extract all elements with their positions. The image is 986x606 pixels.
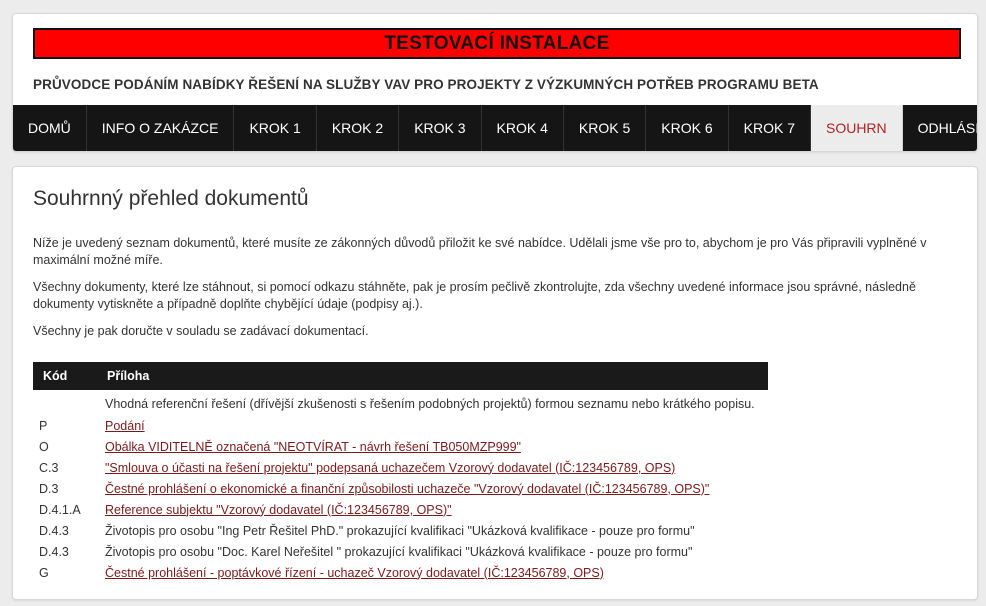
document-cell: Obálka VIDITELNĚ označená "NEOTVÍRAT - n… [99, 436, 768, 457]
document-link-submission[interactable]: Podání [105, 419, 145, 433]
document-code: P [39, 418, 48, 433]
table-row: G Čestné prohlášení - poptávkové řízení … [33, 562, 768, 583]
nav-step-2[interactable]: KROK 2 [317, 105, 400, 151]
document-code: G [39, 565, 49, 580]
document-cell: Reference subjektu "Vzorový dodavatel (I… [99, 499, 768, 520]
table-header-row: Kód Příloha [33, 362, 768, 390]
nav-step-1[interactable]: KROK 1 [234, 105, 317, 151]
nav-step-6[interactable]: KROK 6 [646, 105, 729, 151]
main-navigation: DOMŮ INFO O ZAKÁZCE KROK 1 KROK 2 KROK 3… [13, 105, 977, 151]
document-code: D.4.3 [39, 544, 69, 559]
document-description: Životopis pro osobu "Doc. Karel Neřešite… [105, 544, 693, 559]
table-row: D.4.3 Životopis pro osobu "Ing Petr Řeši… [33, 520, 768, 541]
document-link-envelope[interactable]: Obálka VIDITELNĚ označená "NEOTVÍRAT - n… [105, 440, 521, 454]
test-installation-banner: TESTOVACÍ INSTALACE [33, 28, 961, 59]
table-row: D.4.3 Životopis pro osobu "Doc. Karel Ne… [33, 541, 768, 562]
table-row: D.4.1.A Reference subjektu "Vzorový doda… [33, 499, 768, 520]
nav-step-4[interactable]: KROK 4 [482, 105, 564, 151]
document-description: Životopis pro osobu "Ing Petr Řešitel Ph… [105, 523, 695, 538]
document-link-contract[interactable]: "Smlouva o účasti na řešení projektu" po… [105, 461, 675, 475]
content-panel: Souhrnný přehled dokumentů Níže je uvede… [12, 166, 978, 600]
delivery-paragraph: Všechny je pak doručte v souladu se zadá… [33, 324, 369, 338]
table-row: P Podání [33, 415, 768, 436]
nav-logout[interactable]: ODHLÁSIT [903, 105, 977, 151]
column-header-code: Kód [33, 362, 99, 390]
table-row: O Obálka VIDITELNĚ označená "NEOTVÍRAT -… [33, 436, 768, 457]
nav-home[interactable]: DOMŮ [13, 105, 87, 151]
documents-table: Kód Příloha Vhodná referenční řešení (dř… [33, 362, 768, 583]
document-code: O [39, 439, 49, 454]
table-row: C.3 "Smlouva o účasti na řešení projektu… [33, 457, 768, 478]
document-code [33, 390, 99, 415]
table-row: D.3 Čestné prohlášení o ekonomické a fin… [33, 478, 768, 499]
document-link-financial-declaration[interactable]: Čestné prohlášení o ekonomické a finančn… [105, 482, 709, 496]
document-cell: "Smlouva o účasti na řešení projektu" po… [99, 457, 768, 478]
document-code: D.4.1.A [39, 502, 81, 517]
document-link-references[interactable]: Reference subjektu "Vzorový dodavatel (I… [105, 503, 452, 517]
document-code: C.3 [39, 460, 59, 475]
document-cell: Podání [99, 415, 768, 436]
nav-step-7[interactable]: KROK 7 [729, 105, 811, 151]
nav-summary[interactable]: SOUHRN [810, 105, 903, 151]
page-title: Souhrnný přehled dokumentů [33, 187, 309, 210]
document-code: D.4.3 [39, 523, 69, 538]
wizard-title: PRŮVODCE PODÁNÍM NABÍDKY ŘEŠENÍ NA SLUŽB… [33, 77, 819, 92]
document-code: D.3 [39, 481, 59, 496]
column-header-attachment: Příloha [99, 362, 768, 390]
instructions-paragraph: Všechny dokumenty, které lze stáhnout, s… [33, 280, 916, 311]
nav-step-5[interactable]: KROK 5 [564, 105, 647, 151]
intro-paragraph: Níže je uvedený seznam dokumentů, které … [33, 236, 927, 267]
nav-step-3[interactable]: KROK 3 [399, 105, 482, 151]
nav-contract-info[interactable]: INFO O ZAKÁZCE [87, 105, 235, 151]
document-description: Vhodná referenční řešení (dřívější zkuše… [105, 396, 755, 411]
table-row: Vhodná referenční řešení (dřívější zkuše… [33, 390, 768, 415]
document-cell: Čestné prohlášení - poptávkové řízení - … [99, 562, 768, 583]
document-link-procurement-declaration[interactable]: Čestné prohlášení - poptávkové řízení - … [105, 566, 604, 580]
header-panel: TESTOVACÍ INSTALACE PRŮVODCE PODÁNÍM NAB… [12, 13, 978, 152]
document-cell: Čestné prohlášení o ekonomické a finančn… [99, 478, 768, 499]
